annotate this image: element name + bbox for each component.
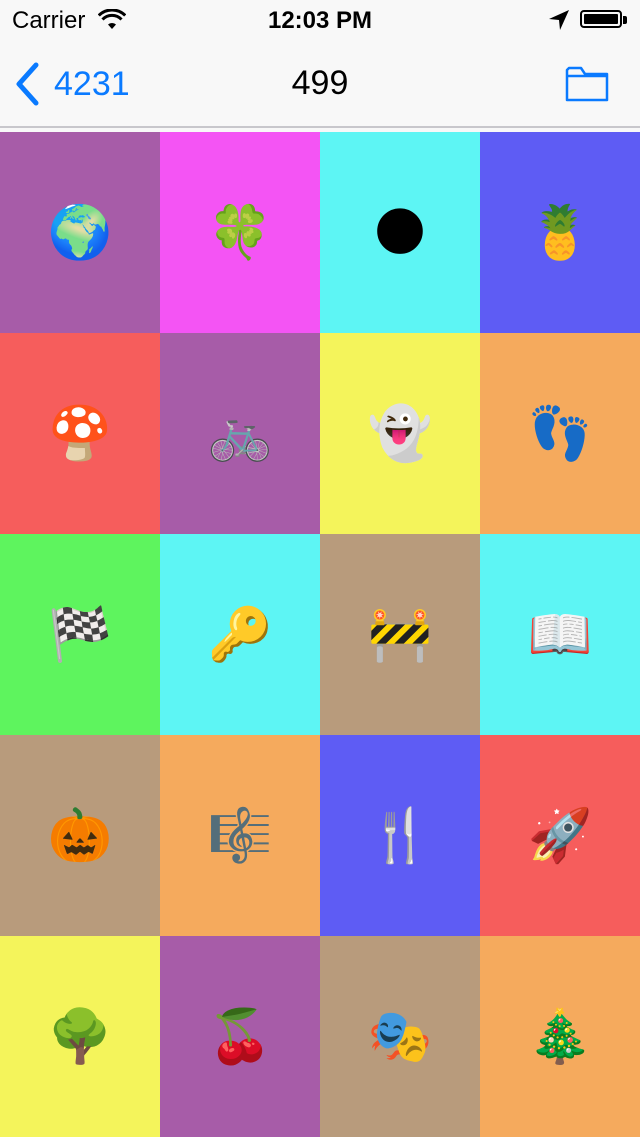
bicycle-icon: 🚲	[207, 404, 273, 464]
folder-icon[interactable]	[564, 62, 610, 104]
grid-cell[interactable]: 📖	[480, 534, 640, 735]
ghost-icon: 👻	[367, 404, 433, 464]
pineapple-icon: 🍍	[527, 203, 593, 263]
page-title: 499	[291, 64, 349, 102]
globe-icon: 🌍	[47, 203, 113, 263]
mushroom-icon: 🍄	[47, 404, 113, 464]
grid-cell[interactable]: 🌍	[0, 132, 160, 333]
grid-cell[interactable]: 👣	[480, 333, 640, 534]
grid-cell[interactable]: 🚧	[320, 534, 480, 735]
grid-cell[interactable]: 🎃	[0, 735, 160, 936]
rocket-icon: 🚀	[527, 806, 593, 866]
grid-cell[interactable]: 🍀	[160, 132, 320, 333]
grid-cell[interactable]: 🎄	[480, 936, 640, 1137]
grid-cell[interactable]: 🚲	[160, 333, 320, 534]
grid-cell[interactable]: 🍄	[0, 333, 160, 534]
grid-cell[interactable]: 🌑	[320, 132, 480, 333]
deciduous-tree-icon: 🌳	[47, 1007, 113, 1067]
checkered-flag-icon: 🏁	[47, 605, 113, 665]
location-arrow-icon	[549, 10, 569, 30]
emoji-grid: 🌍 🍀 🌑 🍍 🍄 🚲 👻 👣 🏁 🔑 🚧 📖 🎃 🎼 🍴 🚀 🌳 🍒 🎭 🎄	[0, 132, 640, 1137]
cherries-icon: 🍒	[207, 1007, 273, 1067]
grid-cell[interactable]: 🚀	[480, 735, 640, 936]
grid-cell[interactable]: 🍒	[160, 936, 320, 1137]
grid-cell[interactable]: 👻	[320, 333, 480, 534]
footprints-icon: 👣	[527, 404, 593, 464]
grid-cell[interactable]: 🎼	[160, 735, 320, 936]
grid-cell[interactable]: 🎭	[320, 936, 480, 1137]
navigation-bar: 4231 499	[0, 40, 640, 128]
grid-cell[interactable]: 🍍	[480, 132, 640, 333]
four-leaf-clover-icon: 🍀	[207, 203, 273, 263]
christmas-tree-icon: 🎄	[527, 1007, 593, 1067]
performing-arts-icon: 🎭	[367, 1007, 433, 1067]
status-bar: Carrier 12:03 PM	[0, 0, 640, 40]
open-book-icon: 📖	[527, 605, 593, 665]
grid-cell[interactable]: 🔑	[160, 534, 320, 735]
key-icon: 🔑	[207, 605, 273, 665]
musical-score-icon: 🎼	[207, 806, 273, 866]
construction-barrier-icon: 🚧	[367, 605, 433, 665]
new-moon-face-icon: 🌑	[372, 202, 428, 263]
battery-icon	[580, 10, 630, 30]
grid-cell[interactable]: 🌳	[0, 936, 160, 1137]
grid-cell[interactable]: 🏁	[0, 534, 160, 735]
fork-and-knife-icon: 🍴	[367, 806, 433, 866]
grid-cell[interactable]: 🍴	[320, 735, 480, 936]
status-time: 12:03 PM	[267, 7, 373, 34]
jack-o-lantern-icon: 🎃	[47, 806, 113, 866]
